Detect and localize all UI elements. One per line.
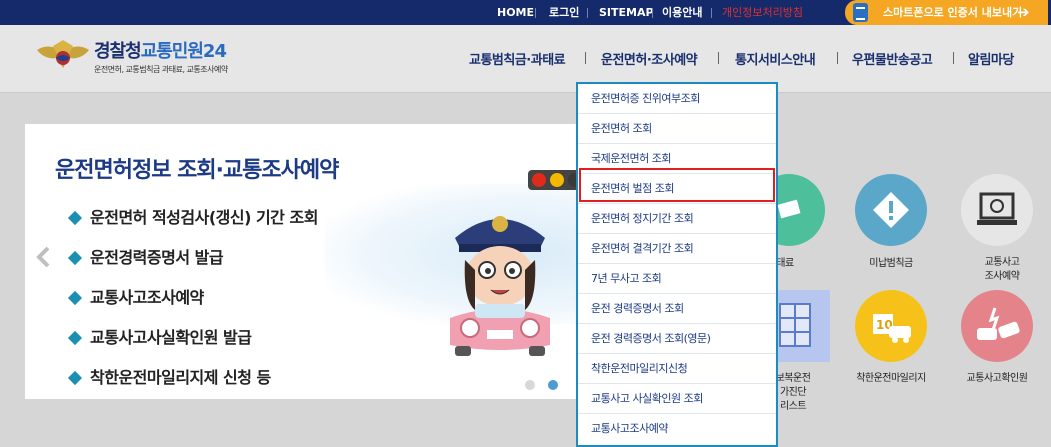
smartphone-cert-export-button[interactable]: 스마트폰으로 인증서 내보내기 ➔ [845, 0, 1048, 25]
gnb-notice-service[interactable]: 통지서비스안내 [735, 49, 816, 68]
menu-item-accident-fact-confirmation[interactable]: 교통사고 사실확인원 조회 [578, 384, 776, 414]
hero-item-label: 착한운전마일리지제 신청 등 [90, 368, 271, 387]
accident-reservation-label[interactable]: 교통사고 조사예약 [952, 256, 1051, 284]
sitemap-link[interactable]: SITEMAP [599, 0, 654, 25]
police-mascot-image [450, 216, 550, 356]
diamond-bullet-icon [67, 370, 83, 386]
menu-item-license-authenticity[interactable]: 운전면허증 진위여부조회 [578, 84, 776, 114]
hero-item-aptitude-test[interactable]: 운전면허 적성검사(갱신) 기간 조회 [67, 204, 318, 228]
menu-item-career-certificate-english[interactable]: 운전 경력증명서 조회(영문) [578, 324, 776, 354]
diamond-bullet-icon [67, 330, 83, 346]
arrow-right-icon: ➔ [1017, 3, 1030, 21]
site-header: 경찰청교통민원24 운전면허, 교통범칙금 과태료, 교통조사예약 교통범칙금·… [0, 25, 1051, 93]
logo-title-main: 경찰청 [94, 41, 142, 62]
hero-item-label: 운전면허 적성검사(갱신) 기간 조회 [90, 208, 318, 227]
divider [587, 8, 588, 18]
accident-confirmation-label[interactable]: 교통사고확인원 [947, 372, 1047, 386]
home-link[interactable]: HOME [497, 0, 534, 25]
license-reservation-dropdown: 운전면허증 진위여부조회 운전면허 조회 국제운전면허 조회 운전면허 벌점 조… [576, 82, 778, 447]
diamond-bullet-icon [67, 290, 83, 306]
smart-cert-label: 스마트폰으로 인증서 내보내기 [883, 6, 1023, 19]
diamond-bullet-icon [67, 250, 83, 266]
slide-dot-1[interactable] [525, 380, 535, 390]
menu-item-suspension-period[interactable]: 운전면허 정지기간 조회 [578, 204, 776, 234]
gnb-fines[interactable]: 교통범칙금·과태료 [469, 49, 566, 68]
hero-title: 운전면허정보 조회·교통조사예약 [55, 158, 339, 183]
menu-item-disqualification-period[interactable]: 운전면허 결격기간 조회 [578, 234, 776, 264]
hero-item-mileage[interactable]: 착한운전마일리지제 신청 등 [67, 364, 271, 388]
top-utility-bar: HOME 로그인 SITEMAP 이용안내 개인정보처리방침 스마트폰으로 인증… [0, 0, 1051, 25]
hero-item-label: 교통사고조사예약 [90, 288, 204, 307]
diamond-bullet-icon [67, 210, 83, 226]
hero-item-label: 교통사고사실확인원 발급 [90, 328, 252, 347]
accident-confirmation-icon[interactable] [961, 290, 1033, 362]
site-logo-subtitle: 운전면허, 교통범칙금 과태료, 교통조사예약 [94, 65, 228, 74]
gnb-returned-mail[interactable]: 우편물반송공고 [852, 49, 933, 68]
hero-item-accident-confirmation[interactable]: 교통사고사실확인원 발급 [67, 324, 252, 348]
smartphone-icon [853, 3, 868, 22]
logo-title-accent: 교통민원24 [140, 41, 227, 62]
divider [652, 8, 653, 18]
unpaid-fine-icon[interactable] [855, 174, 927, 246]
login-link[interactable]: 로그인 [549, 0, 579, 25]
usage-guide-link[interactable]: 이용안내 [662, 0, 702, 25]
accident-reservation-icon[interactable] [961, 174, 1033, 246]
divider [585, 52, 586, 64]
chevron-left-icon[interactable] [32, 245, 56, 269]
privacy-policy-link[interactable]: 개인정보처리방침 [722, 0, 803, 25]
highlight-box [579, 168, 775, 202]
divider [535, 8, 536, 18]
mileage-icon[interactable]: 10 [855, 290, 927, 362]
gnb-notice-board[interactable]: 알림마당 [968, 49, 1014, 68]
divider [837, 52, 838, 64]
menu-item-career-certificate[interactable]: 운전 경력증명서 조회 [578, 294, 776, 324]
police-emblem-icon[interactable] [35, 38, 91, 74]
menu-item-license-lookup[interactable]: 운전면허 조회 [578, 114, 776, 144]
divider [711, 8, 712, 18]
mileage-label[interactable]: 착한운전마일리지 [841, 372, 941, 386]
site-logo-title[interactable]: 경찰청교통민원24 [94, 37, 227, 63]
menu-item-mileage-application[interactable]: 착한운전마일리지신청 [578, 354, 776, 384]
slide-dot-2[interactable] [548, 380, 558, 390]
divider [718, 52, 719, 64]
hero-item-label: 운전경력증명서 발급 [90, 248, 224, 267]
menu-item-accident-reservation[interactable]: 교통사고조사예약 [578, 414, 776, 444]
divider [953, 52, 954, 64]
gnb-license-reservation[interactable]: 운전면허·조사예약 [601, 49, 698, 68]
hero-item-accident-reservation[interactable]: 교통사고조사예약 [67, 284, 204, 308]
hero-item-career-certificate[interactable]: 운전경력증명서 발급 [67, 244, 224, 268]
unpaid-fine-label[interactable]: 미납범칙금 [841, 257, 941, 271]
menu-item-seven-year-no-accident[interactable]: 7년 무사고 조회 [578, 264, 776, 294]
